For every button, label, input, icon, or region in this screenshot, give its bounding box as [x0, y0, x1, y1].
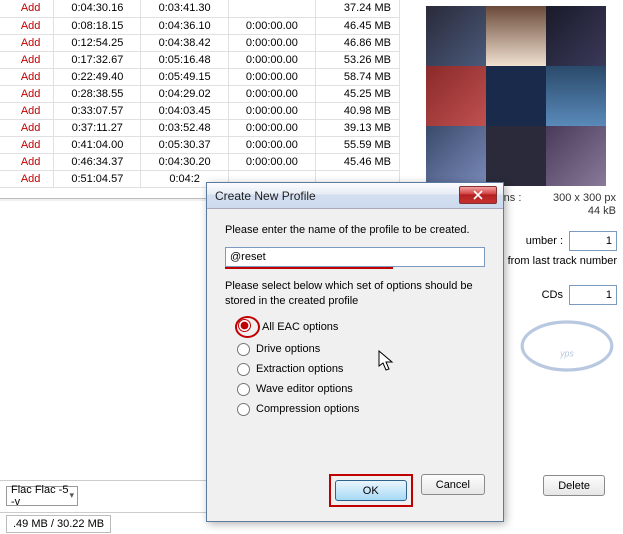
table-row[interactable]: Add0:41:04.000:05:30.370:00:00.0055.59 M… [0, 136, 400, 153]
add-button[interactable]: Add [0, 85, 54, 102]
delete-button[interactable]: Delete [543, 475, 605, 496]
gap-cell: 0:00:00.00 [228, 119, 315, 136]
cancel-button[interactable]: Cancel [421, 474, 485, 495]
size-cell: 55.59 MB [316, 136, 400, 153]
size-cell: 46.45 MB [316, 17, 400, 34]
table-row[interactable]: Add0:17:32.670:05:16.480:00:00.0053.26 M… [0, 51, 400, 68]
size-cell: 45.46 MB [316, 153, 400, 170]
duration-cell: 0:04:36.10 [141, 17, 228, 34]
ok-highlight: OK [329, 474, 413, 507]
time-cell: 0:08:18.15 [54, 17, 141, 34]
gap-cell: 0:00:00.00 [228, 17, 315, 34]
radio-drive[interactable]: Drive options [237, 343, 485, 356]
size-panel: .49 MB / 30.22 MB [6, 515, 111, 533]
time-cell: 0:33:07.57 [54, 102, 141, 119]
size-cell: 40.98 MB [316, 102, 400, 119]
gap-cell: 0:00:00.00 [228, 102, 315, 119]
add-button[interactable]: Add [0, 170, 54, 187]
table-row[interactable]: Add0:28:38.550:04:29.020:00:00.0045.25 M… [0, 85, 400, 102]
gap-cell: 0:00:00.00 [228, 85, 315, 102]
gap-cell: 0:00:00.00 [228, 51, 315, 68]
table-row[interactable]: Add0:37:11.270:03:52.480:00:00.0039.13 M… [0, 119, 400, 136]
add-button[interactable]: Add [0, 136, 54, 153]
time-cell: 0:46:34.37 [54, 153, 141, 170]
table-row[interactable]: Add0:12:54.250:04:38.420:00:00.0046.86 M… [0, 34, 400, 51]
duration-cell: 0:04:29.02 [141, 85, 228, 102]
close-icon[interactable] [459, 186, 497, 204]
add-button[interactable]: Add [0, 34, 54, 51]
radio-extraction[interactable]: Extraction options [237, 363, 485, 376]
time-cell: 0:37:11.27 [54, 119, 141, 136]
add-button[interactable]: Add [0, 102, 54, 119]
gap-cell: 0:00:00.00 [228, 153, 315, 170]
add-button[interactable]: Add [0, 68, 54, 85]
add-button[interactable]: Add [0, 51, 54, 68]
gap-cell [228, 0, 315, 17]
ok-button[interactable]: OK [335, 480, 407, 501]
add-button[interactable]: Add [0, 119, 54, 136]
gap-cell: 0:00:00.00 [228, 68, 315, 85]
cover-art[interactable] [426, 6, 606, 186]
cds-field[interactable] [569, 285, 617, 305]
create-profile-dialog: Create New Profile Please enter the name… [206, 182, 504, 522]
svg-text:yps: yps [559, 348, 574, 358]
duration-cell: 0:05:49.15 [141, 68, 228, 85]
number-field[interactable] [569, 231, 617, 251]
cds-label: CDs [542, 289, 563, 301]
track-table: Add0:04:30.160:03:41.3037.24 MBAdd0:08:1… [0, 0, 400, 188]
size-cell: 53.26 MB [316, 51, 400, 68]
dialog-prompt: Please enter the name of the profile to … [225, 223, 485, 237]
size-cell: 46.86 MB [316, 34, 400, 51]
add-button[interactable]: Add [0, 17, 54, 34]
duration-cell: 0:03:41.30 [141, 0, 228, 17]
table-row[interactable]: Add0:04:30.160:03:41.30 37.24 MB [0, 0, 400, 17]
gap-cell: 0:00:00.00 [228, 34, 315, 51]
number-label: umber : [526, 235, 563, 247]
time-cell: 0:22:49.40 [54, 68, 141, 85]
table-row[interactable]: Add0:08:18.150:04:36.100:00:00.0046.45 M… [0, 17, 400, 34]
duration-cell: 0:04:30.20 [141, 153, 228, 170]
autotrack-label: e from last track number [498, 255, 617, 267]
options-radiogroup: All EAC options Drive options Extraction… [237, 318, 485, 416]
table-row[interactable]: Add0:22:49.400:05:49.150:00:00.0058.74 M… [0, 68, 400, 85]
table-row[interactable]: Add0:46:34.370:04:30.200:00:00.0045.46 M… [0, 153, 400, 170]
radio-wave-editor[interactable]: Wave editor options [237, 383, 485, 396]
duration-cell: 0:04:38.42 [141, 34, 228, 51]
size-cell: 39.13 MB [316, 119, 400, 136]
profile-name-input[interactable] [225, 247, 485, 267]
highlight-underline [225, 267, 393, 269]
time-cell: 0:04:30.16 [54, 0, 141, 17]
codec-dropdown[interactable]: Flac Flac -5 -v [6, 486, 78, 506]
add-button[interactable]: Add [0, 153, 54, 170]
gap-cell: 0:00:00.00 [228, 136, 315, 153]
size-cell: 37.24 MB [316, 0, 400, 17]
time-cell: 0:17:32.67 [54, 51, 141, 68]
dialog-titlebar[interactable]: Create New Profile [207, 183, 503, 209]
dialog-title: Create New Profile [215, 189, 316, 203]
yps-logo: yps [519, 318, 615, 374]
duration-cell: 0:05:16.48 [141, 51, 228, 68]
duration-cell: 0:03:52.48 [141, 119, 228, 136]
size-cell: 58.74 MB [316, 68, 400, 85]
time-cell: 0:12:54.25 [54, 34, 141, 51]
time-cell: 0:41:04.00 [54, 136, 141, 153]
duration-cell: 0:05:30.37 [141, 136, 228, 153]
time-cell: 0:28:38.55 [54, 85, 141, 102]
radio-compression[interactable]: Compression options [237, 403, 485, 416]
time-cell: 0:51:04.57 [54, 170, 141, 187]
size-cell: 45.25 MB [316, 85, 400, 102]
add-button[interactable]: Add [0, 0, 54, 17]
table-row[interactable]: Add0:33:07.570:04:03.450:00:00.0040.98 M… [0, 102, 400, 119]
radio-all-eac[interactable]: All EAC options [237, 318, 485, 336]
duration-cell: 0:04:03.45 [141, 102, 228, 119]
dialog-subtext: Please select below which set of options… [225, 279, 485, 308]
